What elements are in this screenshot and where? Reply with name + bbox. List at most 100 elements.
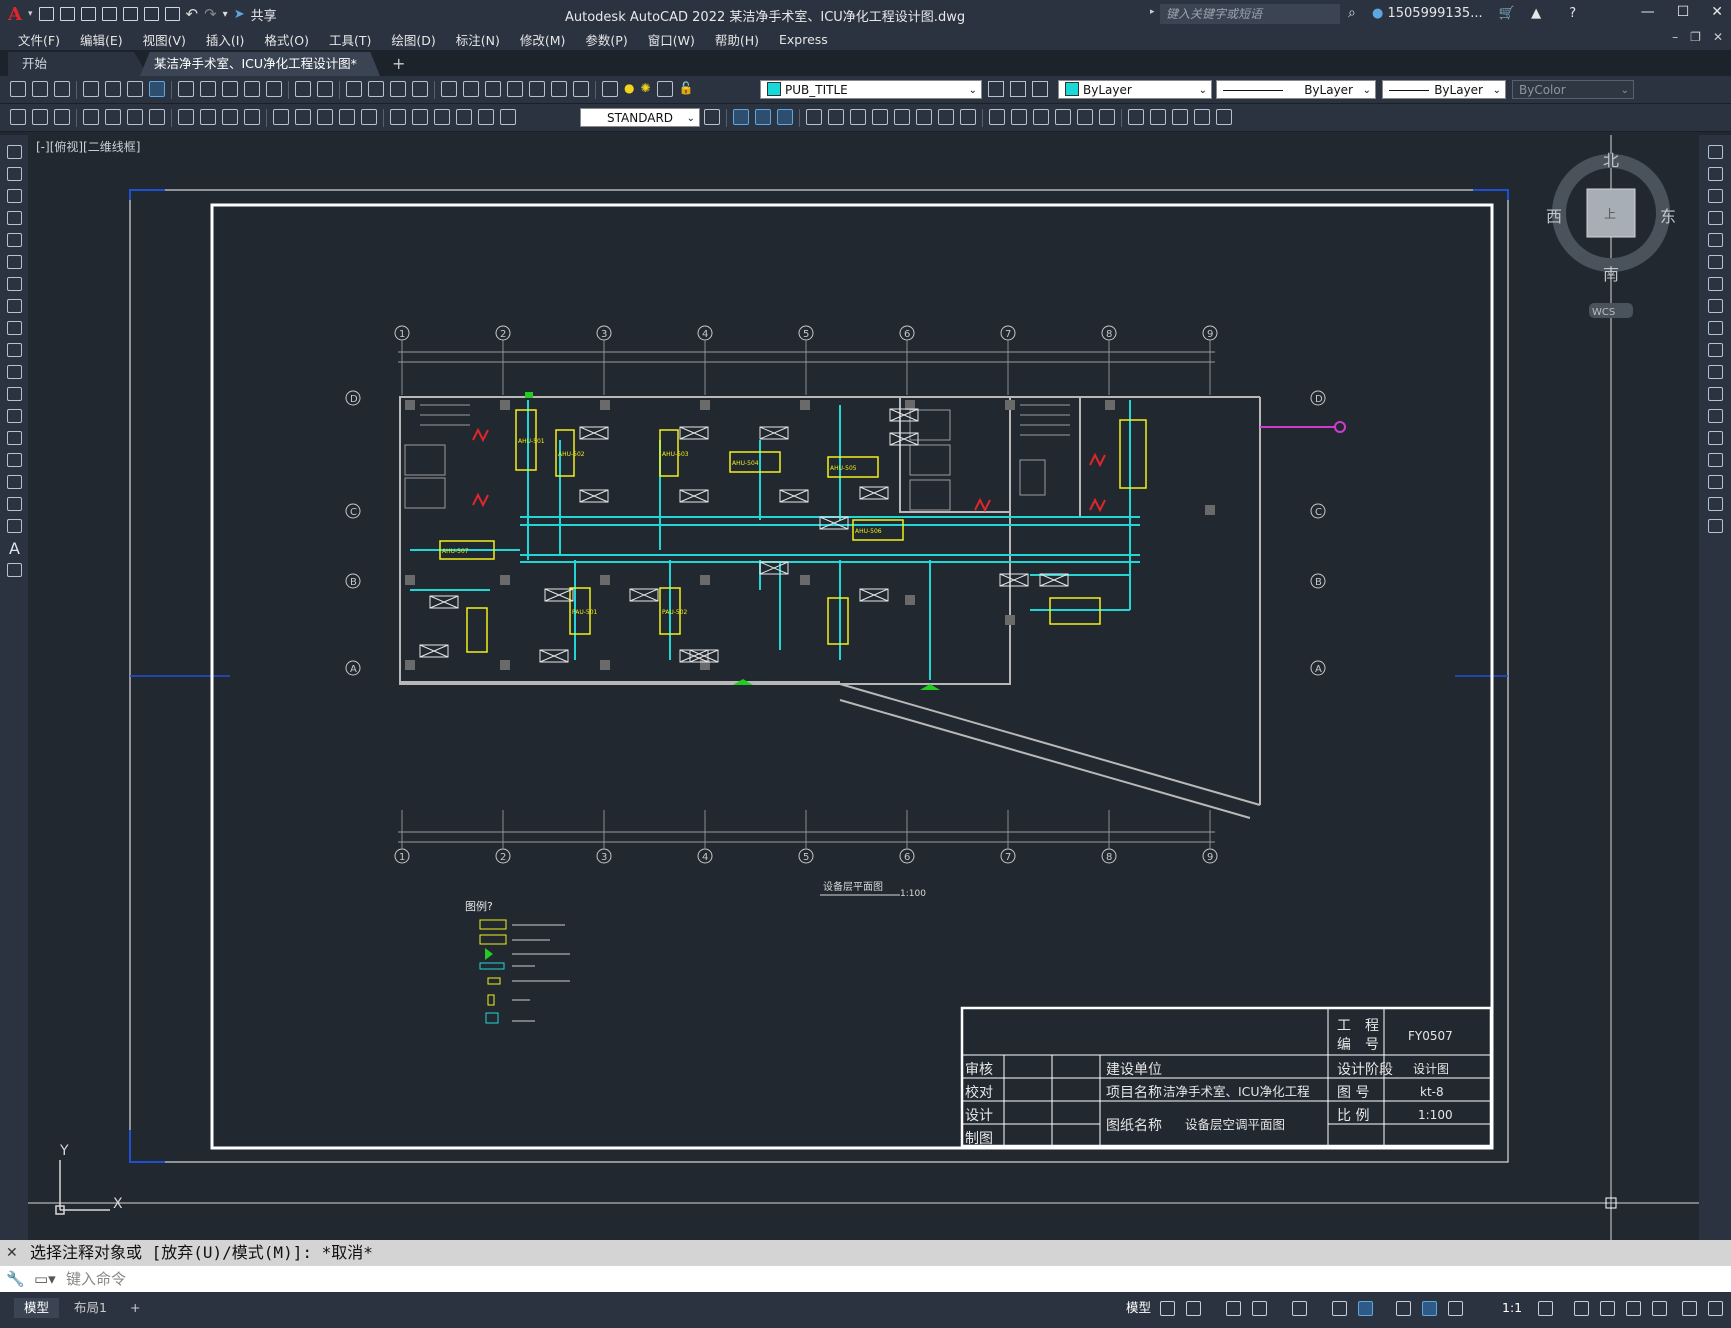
grid-letter: A xyxy=(1315,664,1322,675)
annotation-scale[interactable]: 1:1 xyxy=(1492,1298,1532,1318)
ahu-label: AHU-507 xyxy=(442,548,469,555)
silencer-cross xyxy=(629,588,659,602)
grid-icon[interactable] xyxy=(1160,1301,1175,1316)
grid-number: 7 xyxy=(1005,852,1011,863)
tb-stage-label: 设计阶段 xyxy=(1337,1062,1393,1078)
grid-number: 8 xyxy=(1106,852,1112,863)
command-history-text: 选择注释对象或 [放弃(U)/模式(M)]: *取消* xyxy=(30,1243,373,1262)
command-line[interactable]: 🔧 ▭▾ 键入命令 xyxy=(0,1266,1731,1292)
tb-drawing-no: kt-8 xyxy=(1420,1085,1444,1099)
grid-number: 2 xyxy=(500,329,506,340)
snap-icon[interactable] xyxy=(1186,1301,1201,1316)
grid-letter: D xyxy=(1315,394,1323,405)
ahu-unit xyxy=(1119,419,1147,489)
stairs xyxy=(404,404,1070,511)
ahu-unit xyxy=(827,597,849,645)
grid-number: 5 xyxy=(803,329,809,340)
add-layout-button[interactable]: + xyxy=(120,1298,150,1318)
tb-stage: 设计图 xyxy=(1413,1062,1449,1076)
tb-drawing-name-label: 图纸名称 xyxy=(1106,1118,1162,1134)
tb-project-no-label-2: 编 号 xyxy=(1337,1037,1379,1053)
object-snap-tracking-icon[interactable] xyxy=(1332,1301,1347,1316)
tab-model[interactable]: 模型 xyxy=(14,1298,60,1318)
command-input[interactable]: 键入命令 xyxy=(66,1270,126,1288)
wcs-label[interactable]: WCS xyxy=(1592,307,1615,318)
silencer-cross xyxy=(759,426,789,440)
compass-west[interactable]: 西 xyxy=(1546,207,1562,226)
tb-row-review: 审核 xyxy=(965,1062,993,1078)
grid-letter: B xyxy=(350,577,357,588)
close-command-icon[interactable]: ✕ xyxy=(6,1240,18,1266)
tb-row-design: 设计 xyxy=(965,1108,993,1124)
compass-north[interactable]: 北 xyxy=(1603,151,1619,170)
silencer-cross xyxy=(779,489,809,503)
ahu-label: PAU-501 xyxy=(572,609,598,616)
silencer-cross xyxy=(759,561,789,575)
grid-number: 3 xyxy=(601,329,607,340)
ahu-label: AHU-504 xyxy=(732,460,759,467)
lineweight-icon[interactable] xyxy=(1396,1301,1411,1316)
silencer-cross xyxy=(819,516,849,530)
corner-mark xyxy=(129,1130,165,1163)
grid-number: 8 xyxy=(1106,329,1112,340)
command-history: ✕ 选择注释对象或 [放弃(U)/模式(M)]: *取消* xyxy=(0,1240,1731,1266)
grid-letter: B xyxy=(1315,577,1322,588)
ahu-label: AHU-506 xyxy=(855,528,882,535)
plan-scale: 1:100 xyxy=(900,889,926,899)
silencer-cross xyxy=(889,408,919,422)
workspace-gear-icon[interactable] xyxy=(1538,1301,1553,1316)
tb-project-name: 洁净手术室、ICU净化工程 xyxy=(1163,1084,1310,1099)
tb-project-no-label-1: 工 程 xyxy=(1337,1018,1379,1034)
grid-letter: C xyxy=(1315,507,1322,518)
grid-number: 4 xyxy=(702,852,708,863)
ahu-label: AHU-505 xyxy=(830,465,857,472)
grid-number: 6 xyxy=(904,329,910,340)
object-snap-icon[interactable] xyxy=(1358,1301,1373,1316)
isodraft-icon[interactable] xyxy=(1292,1301,1307,1316)
silencer-cross xyxy=(579,489,609,503)
command-prompt-icon[interactable]: ▭▾ xyxy=(34,1266,56,1292)
tab-layout1[interactable]: 布局1 xyxy=(64,1298,117,1318)
model-space-toggle[interactable]: 模型 xyxy=(1116,1298,1161,1318)
grid-number: 4 xyxy=(702,329,708,340)
ahu-label: AHU-501 xyxy=(518,438,545,445)
silencer-cross xyxy=(889,432,919,446)
ortho-icon[interactable] xyxy=(1226,1301,1241,1316)
compass-east[interactable]: 东 xyxy=(1660,207,1676,226)
section-marker xyxy=(1260,421,1346,433)
grid-number: 1 xyxy=(399,329,405,340)
silencer-cross xyxy=(544,588,574,602)
annotation-visibility-icon[interactable] xyxy=(1422,1301,1437,1316)
legend xyxy=(479,919,570,1024)
title-block-text: 审核 校对 设计 制图 建设单位 项目名称 洁净手术室、ICU净化工程 图纸名称… xyxy=(965,1018,1453,1147)
grid-number: 9 xyxy=(1207,852,1213,863)
paper-inner-border xyxy=(210,203,1494,1150)
grid-letter: C xyxy=(350,507,357,518)
annotation-monitor-icon[interactable] xyxy=(1574,1301,1589,1316)
tb-scale: 1:100 xyxy=(1418,1108,1453,1122)
ucs-icon xyxy=(55,1160,110,1215)
view-cube-top-label: 上 xyxy=(1604,207,1616,221)
grid-number: 1 xyxy=(399,852,405,863)
status-menu-icon[interactable] xyxy=(1708,1301,1723,1316)
quick-properties-icon[interactable] xyxy=(1626,1301,1641,1316)
auto-scale-icon[interactable] xyxy=(1448,1301,1463,1316)
compass-south[interactable]: 南 xyxy=(1603,265,1619,284)
grid-number: 2 xyxy=(500,852,506,863)
grid-number: 3 xyxy=(601,852,607,863)
tb-project-name-label: 项目名称 xyxy=(1106,1085,1162,1101)
tb-construction-unit-label: 建设单位 xyxy=(1106,1062,1162,1078)
outlet-markers xyxy=(525,392,940,690)
customize-icon[interactable]: 🔧 xyxy=(6,1266,25,1292)
ahu-label: AHU-502 xyxy=(558,451,585,458)
polar-icon[interactable] xyxy=(1252,1301,1267,1316)
clean-screen-icon[interactable] xyxy=(1682,1301,1697,1316)
tb-project-no: FY0507 xyxy=(1408,1029,1453,1043)
grid-letter: A xyxy=(350,664,357,675)
ucs-y-label: Y xyxy=(59,1143,69,1159)
isolate-objects-icon[interactable] xyxy=(1652,1301,1667,1316)
units-icon[interactable] xyxy=(1600,1301,1615,1316)
silencer-cross xyxy=(999,573,1029,587)
plan-title: 设备层平面图 xyxy=(823,880,883,893)
grid-number: 5 xyxy=(803,852,809,863)
